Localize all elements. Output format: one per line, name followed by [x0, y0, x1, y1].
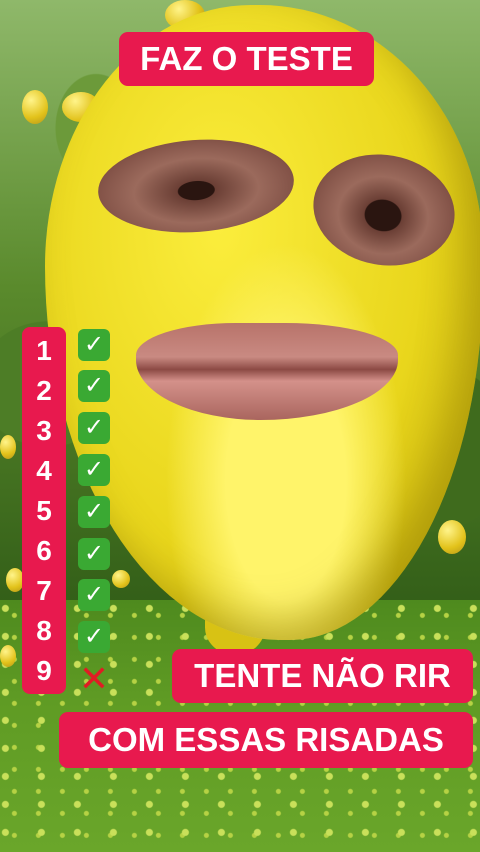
step-number: 2 [36, 375, 52, 406]
background-lemon [0, 435, 16, 459]
check-mark-button-icon: ✓ [78, 412, 110, 444]
step-number: 4 [36, 455, 52, 486]
check-mark-button-icon: ✓ [78, 454, 110, 486]
challenge-banner-line-2: COM ESSAS RISADAS [59, 712, 473, 768]
step-number: 8 [36, 615, 52, 646]
challenge-banner-line-1: TENTE NÃO RIR [172, 649, 473, 703]
background-lemon [438, 520, 466, 554]
step-number: 1 [36, 335, 52, 366]
background-lemon [0, 645, 16, 667]
step-number: 6 [36, 535, 52, 566]
cross-mark-icon: ✕ [78, 658, 110, 699]
step-number: 5 [36, 495, 52, 526]
step-number: 7 [36, 575, 52, 606]
background-lemon [112, 570, 130, 588]
step-number: 3 [36, 415, 52, 446]
check-mark-button-icon: ✓ [78, 496, 110, 528]
check-mark-button-icon: ✓ [78, 538, 110, 570]
step-number: 9 [36, 655, 52, 686]
check-mark-button-icon: ✓ [78, 370, 110, 402]
title-banner: FAZ O TESTE [119, 32, 374, 86]
check-mark-button-icon: ✓ [78, 329, 110, 361]
check-mark-button-icon: ✓ [78, 621, 110, 653]
check-mark-button-icon: ✓ [78, 579, 110, 611]
number-column: 1 2 3 4 5 6 7 8 9 [22, 327, 66, 694]
background-lemon [22, 90, 48, 124]
